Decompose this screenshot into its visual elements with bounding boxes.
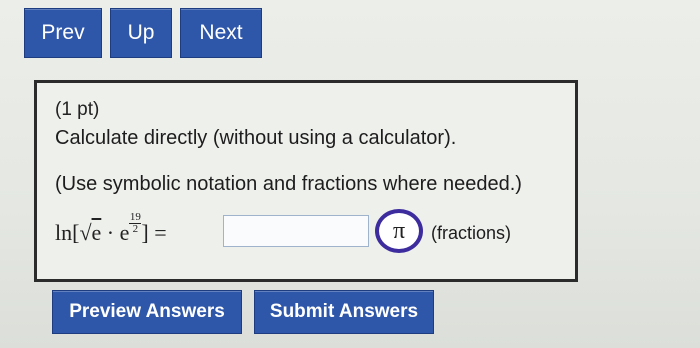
pi-symbol-button[interactable]: π [375, 209, 423, 253]
preview-answers-button[interactable]: Preview Answers [52, 290, 242, 334]
answer-input[interactable] [223, 215, 369, 247]
fractions-note: (fractions) [431, 223, 512, 243]
exponent-fraction: 19 2 [129, 210, 142, 235]
exponent-denominator: 2 [132, 222, 139, 235]
math-expression: ln [ √e · e 19 2 ] = [55, 210, 167, 245]
answer-actions: Preview Answers Submit Answers [52, 290, 434, 334]
sqrt-symbol: √e [79, 220, 102, 245]
problem-box: (1 pt) Calculate directly (without using… [34, 80, 578, 282]
problem-points: (1 pt) [55, 99, 100, 120]
up-button[interactable]: Up [110, 8, 172, 58]
exponent-numerator: 19 [129, 210, 141, 223]
problem-question: Calculate directly (without using a calc… [55, 127, 457, 149]
submit-answers-button[interactable]: Submit Answers [254, 290, 434, 334]
prev-button[interactable]: Prev [24, 8, 102, 58]
exp-base: e [119, 220, 130, 245]
next-button[interactable]: Next [180, 8, 262, 58]
equals-sign: = [154, 220, 167, 245]
problem-navigation: Prev Up Next [24, 8, 262, 58]
problem-instruction: (Use symbolic notation and fractions whe… [55, 173, 522, 195]
ln-function: ln [55, 220, 73, 245]
